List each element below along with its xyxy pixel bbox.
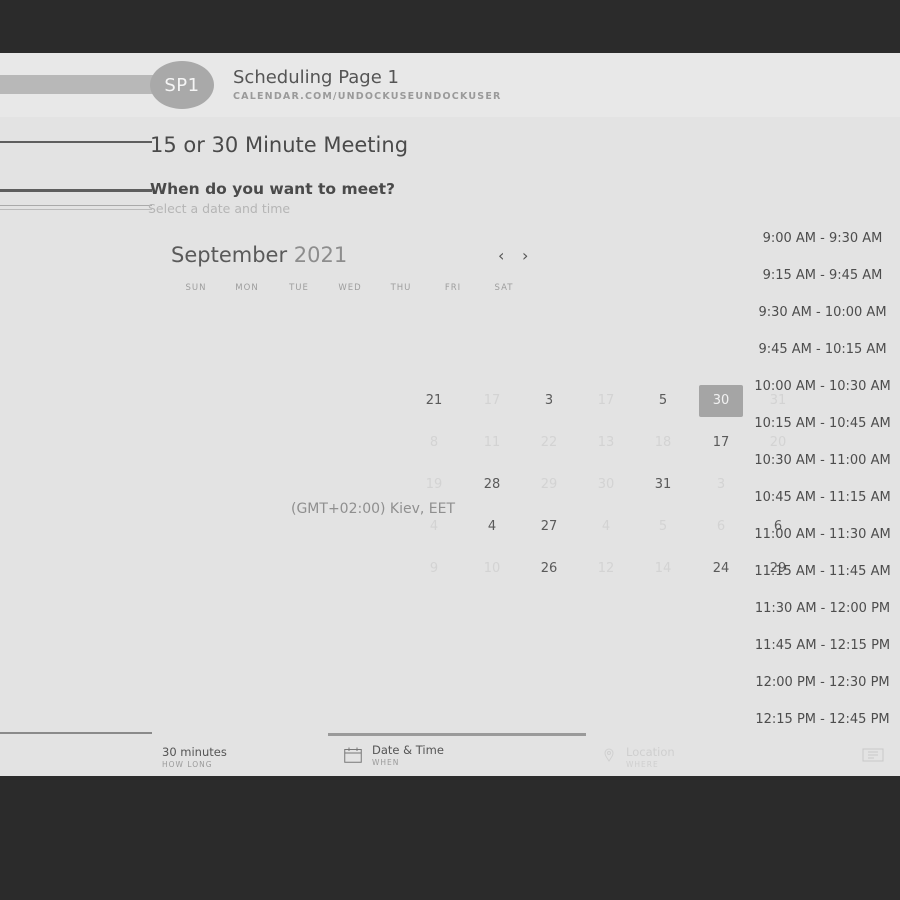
calendar-day[interactable]: 17	[584, 385, 628, 417]
calendar-day[interactable]: 30	[584, 469, 628, 501]
weekday-label: SAT	[494, 283, 514, 293]
active-step-indicator	[328, 733, 586, 736]
location-pin-icon	[604, 748, 614, 762]
time-slot[interactable]: 9:00 AM - 9:30 AM	[745, 231, 900, 246]
page-name: Scheduling Page 1	[233, 67, 399, 88]
time-slot[interactable]: 10:00 AM - 10:30 AM	[745, 379, 900, 394]
calendar-day[interactable]: 3	[699, 469, 743, 501]
time-slot[interactable]: 11:30 AM - 12:00 PM	[745, 601, 900, 616]
divider-line	[0, 141, 152, 143]
time-slot[interactable]: 10:45 AM - 11:15 AM	[745, 490, 900, 505]
calendar-day[interactable]: 28	[470, 469, 514, 501]
footer-steps: 30 minutes HOW LONG Date & Time WHEN Loc…	[0, 728, 900, 776]
step-indicator-line	[0, 732, 152, 734]
weekday-label: WED	[338, 283, 362, 293]
meeting-title: 15 or 30 Minute Meeting	[150, 133, 409, 157]
datetime-step[interactable]: Date & Time	[372, 743, 444, 757]
calendar-day[interactable]: 12	[584, 553, 628, 585]
calendar-day[interactable]: 17	[470, 385, 514, 417]
weekday-label: FRI	[444, 283, 462, 293]
weekday-label: MON	[235, 283, 259, 293]
calendar-day[interactable]: 14	[641, 553, 685, 585]
time-slot[interactable]: 10:15 AM - 10:45 AM	[745, 416, 900, 431]
details-icon	[862, 748, 884, 762]
question-heading: When do you want to meet?	[150, 180, 396, 198]
datetime-step-sub: WHEN	[372, 758, 400, 767]
time-slot[interactable]: 12:00 PM - 12:30 PM	[745, 675, 900, 690]
calendar-day[interactable]: 18	[641, 427, 685, 459]
calendar-day[interactable]: 8	[412, 427, 456, 459]
calendar-day[interactable]: 21	[412, 385, 456, 417]
location-step-sub: WHERE	[626, 760, 659, 769]
month-name: September	[171, 243, 288, 267]
calendar-day[interactable]: 10	[470, 553, 514, 585]
calendar-day[interactable]: 3	[527, 385, 571, 417]
calendar-day[interactable]: 4	[584, 511, 628, 543]
next-month-button[interactable]: ›	[522, 246, 528, 265]
timezone-selector[interactable]: (GMT+02:00) Kiev, EET	[291, 501, 455, 517]
calendar-day[interactable]: 30	[699, 385, 743, 417]
location-step[interactable]: Location	[626, 745, 675, 759]
calendar-day[interactable]: 26	[527, 553, 571, 585]
duration-step[interactable]: 30 minutes	[162, 745, 227, 759]
calendar-day[interactable]: 9	[412, 553, 456, 585]
instruction-text: Select a date and time	[148, 201, 291, 216]
avatar: SP1	[150, 61, 214, 109]
scheduling-panel: SP1 Scheduling Page 1 CALENDAR.COM/UNDOC…	[0, 53, 900, 776]
time-slot[interactable]: 10:30 AM - 11:00 AM	[745, 453, 900, 468]
header: SP1 Scheduling Page 1 CALENDAR.COM/UNDOC…	[0, 53, 900, 117]
calendar-day[interactable]: 13	[584, 427, 628, 459]
calendar-icon	[344, 747, 362, 763]
divider-line	[0, 205, 152, 206]
calendar-day[interactable]: 22	[527, 427, 571, 459]
calendar-day[interactable]: 31	[641, 469, 685, 501]
divider-line	[0, 189, 152, 192]
duration-step-sub: HOW LONG	[162, 760, 213, 769]
time-slot[interactable]: 9:45 AM - 10:15 AM	[745, 342, 900, 357]
calendar-day[interactable]: 11	[470, 427, 514, 459]
year: 2021	[293, 243, 348, 267]
weekday-label: SUN	[185, 283, 207, 293]
divider-line	[0, 209, 152, 210]
time-slot[interactable]: 9:30 AM - 10:00 AM	[745, 305, 900, 320]
weekday-label: THU	[390, 283, 412, 293]
time-slot[interactable]: 11:15 AM - 11:45 AM	[745, 564, 900, 579]
calendar-day[interactable]: 24	[699, 553, 743, 585]
calendar-day[interactable]: 17	[699, 427, 743, 459]
time-slot[interactable]: 9:15 AM - 9:45 AM	[745, 268, 900, 283]
time-slot[interactable]: 11:00 AM - 11:30 AM	[745, 527, 900, 542]
page-url[interactable]: CALENDAR.COM/UNDOCKUSEUNDOCKUSER	[233, 91, 502, 102]
weekday-label: TUE	[289, 283, 309, 293]
header-accent-bar	[0, 75, 170, 94]
month-label: September 2021	[171, 243, 347, 267]
calendar-day[interactable]: 27	[527, 511, 571, 543]
calendar-day[interactable]: 4	[470, 511, 514, 543]
calendar-day[interactable]: 19	[412, 469, 456, 501]
calendar-day[interactable]: 5	[641, 511, 685, 543]
calendar-day[interactable]: 29	[527, 469, 571, 501]
time-slot[interactable]: 12:15 PM - 12:45 PM	[745, 712, 900, 727]
time-slot[interactable]: 11:45 AM - 12:15 PM	[745, 638, 900, 653]
calendar-day[interactable]: 6	[699, 511, 743, 543]
calendar-day[interactable]: 5	[641, 385, 685, 417]
prev-month-button[interactable]: ‹	[498, 246, 504, 265]
